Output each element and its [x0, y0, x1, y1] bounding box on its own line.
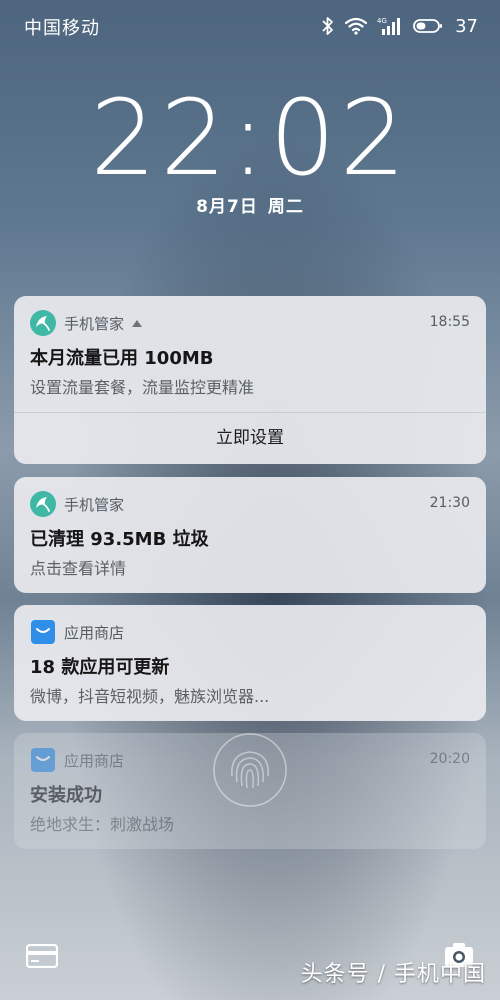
status-icons: 4G 37: [321, 12, 478, 40]
notification-card-app-updates[interactable]: 应用商店 18 款应用可更新 微博，抖音短视频，魅族浏览器...: [14, 605, 486, 721]
notification-title: 本月流量已用 100MB: [30, 348, 214, 369]
status-bar: 中国移动 4G 37: [0, 0, 500, 54]
phone-manager-icon: [30, 310, 56, 336]
signal-icon: 4G: [377, 17, 401, 35]
notification-time: 21:30: [429, 495, 470, 511]
notification-card-data-usage[interactable]: 手机管家 18:55 本月流量已用 100MB 设置流量套餐，流量监控更精准 立…: [14, 296, 486, 464]
notification-time: 18:55: [429, 314, 470, 330]
watermark-text: 头条号 / 手机中国: [300, 962, 486, 987]
lock-screen-clock: 22:02: [90, 77, 410, 199]
set-now-button[interactable]: 立即设置: [14, 413, 486, 464]
notification-body: 设置流量套餐，流量监控更精准: [30, 378, 255, 397]
notification-card-cleanup[interactable]: 手机管家 21:30 已清理 93.5MB 垃圾 点击查看详情: [14, 477, 486, 593]
notification-time: 20:20: [429, 751, 470, 767]
notification-body: 绝地求生：刺激战场: [30, 815, 175, 834]
wifi-icon: [345, 17, 368, 35]
weekday-label: 周二: [267, 197, 304, 217]
app-store-icon: [31, 620, 55, 644]
phone-manager-icon: [30, 491, 56, 517]
app-name-text: 手机管家: [64, 315, 125, 333]
collapse-caret-icon[interactable]: [132, 320, 143, 327]
notification-body: 微博，抖音短视频，魅族浏览器...: [30, 687, 270, 706]
notification-header: 手机管家 21:30: [30, 491, 470, 517]
lock-screen-date: 8月7日 周二: [0, 192, 500, 217]
wallet-icon[interactable]: [26, 944, 58, 968]
app-name: 应用商店: [64, 752, 125, 770]
date-label: 8月7日: [196, 197, 258, 217]
battery-level: 37: [455, 15, 478, 37]
notification-body: 点击查看详情: [30, 559, 127, 578]
app-name: 手机管家: [64, 496, 125, 514]
notification-header: 应用商店: [30, 619, 470, 645]
carrier-name: 中国移动: [24, 18, 100, 39]
notification-header: 手机管家 18:55: [30, 310, 470, 336]
notification-title: 已清理 93.5MB 垃圾: [30, 529, 209, 550]
notification-title: 18 款应用可更新: [30, 657, 170, 678]
app-name: 手机管家: [64, 313, 143, 334]
fingerprint-icon[interactable]: [212, 732, 288, 808]
battery-icon: [413, 19, 443, 33]
bluetooth-icon: [322, 17, 333, 35]
app-name: 应用商店: [64, 624, 125, 642]
notification-title: 安装成功: [30, 785, 102, 806]
network-type-label: 4G: [377, 17, 387, 25]
app-store-icon: [31, 748, 55, 772]
